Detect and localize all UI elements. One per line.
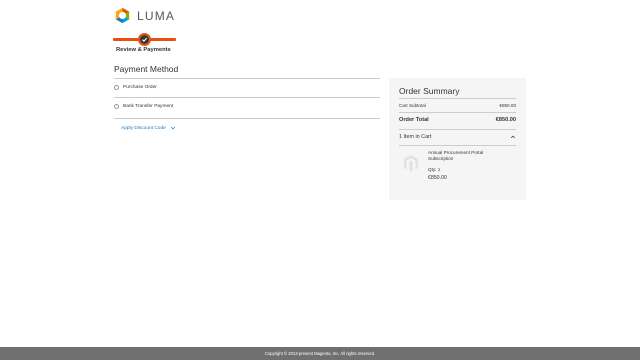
apply-discount-code-label: Apply Discount Code bbox=[121, 125, 166, 131]
magento-placeholder-icon bbox=[400, 152, 422, 174]
chevron-down-icon bbox=[170, 126, 175, 130]
payment-option-label: Purchase Order bbox=[123, 85, 157, 90]
logo[interactable]: LUMA bbox=[114, 7, 175, 24]
order-summary-title: Order Summary bbox=[399, 86, 460, 96]
cart-item-price: €850.00 bbox=[428, 175, 447, 181]
cart-subtotal-row: Cart Subtotal €850.00 bbox=[399, 103, 516, 108]
items-in-cart-toggle[interactable]: 1 Item in Cart bbox=[399, 134, 516, 140]
payment-method-title: Payment Method bbox=[114, 64, 179, 74]
order-summary-panel: Order Summary Cart Subtotal €850.00 Orde… bbox=[389, 78, 526, 200]
payment-option-purchase-order[interactable]: Purchase Order bbox=[114, 85, 157, 90]
divider bbox=[399, 112, 516, 113]
items-in-cart-label: 1 Item in Cart bbox=[399, 134, 432, 140]
divider bbox=[399, 145, 516, 146]
apply-discount-code-toggle[interactable]: Apply Discount Code bbox=[121, 125, 176, 131]
order-total-label: Order Total bbox=[399, 117, 429, 123]
radio-button[interactable] bbox=[114, 85, 119, 90]
cart-item-qty: Qty: 1 bbox=[428, 167, 441, 172]
luma-logo-icon bbox=[115, 7, 130, 24]
payment-option-bank-transfer[interactable]: Bank Transfer Payment bbox=[114, 104, 173, 109]
checkout-progress-bar bbox=[113, 32, 176, 48]
progress-step-marker bbox=[138, 33, 151, 46]
divider bbox=[399, 98, 516, 99]
footer: Copyright © 2013-present Magento, Inc. A… bbox=[0, 347, 640, 360]
divider bbox=[114, 78, 380, 79]
order-total-row: Order Total €850.00 bbox=[399, 117, 516, 123]
logo-text: LUMA bbox=[137, 8, 176, 23]
copyright-text: Copyright © 2013-present Magento, Inc. A… bbox=[264, 351, 376, 356]
order-total-value: €850.00 bbox=[495, 117, 516, 123]
cart-subtotal-value: €850.00 bbox=[499, 103, 516, 108]
divider bbox=[114, 118, 380, 119]
cart-subtotal-label: Cart Subtotal bbox=[399, 103, 426, 108]
cart-item-name: Annual Procurement Portal Subscription bbox=[428, 150, 484, 161]
divider bbox=[114, 97, 380, 98]
divider bbox=[399, 129, 516, 130]
chevron-up-icon bbox=[510, 135, 516, 139]
progress-step-label: Review & Payments bbox=[116, 47, 171, 53]
checkmark-icon bbox=[140, 35, 149, 44]
radio-button[interactable] bbox=[114, 104, 119, 109]
payment-option-label: Bank Transfer Payment bbox=[123, 104, 174, 109]
